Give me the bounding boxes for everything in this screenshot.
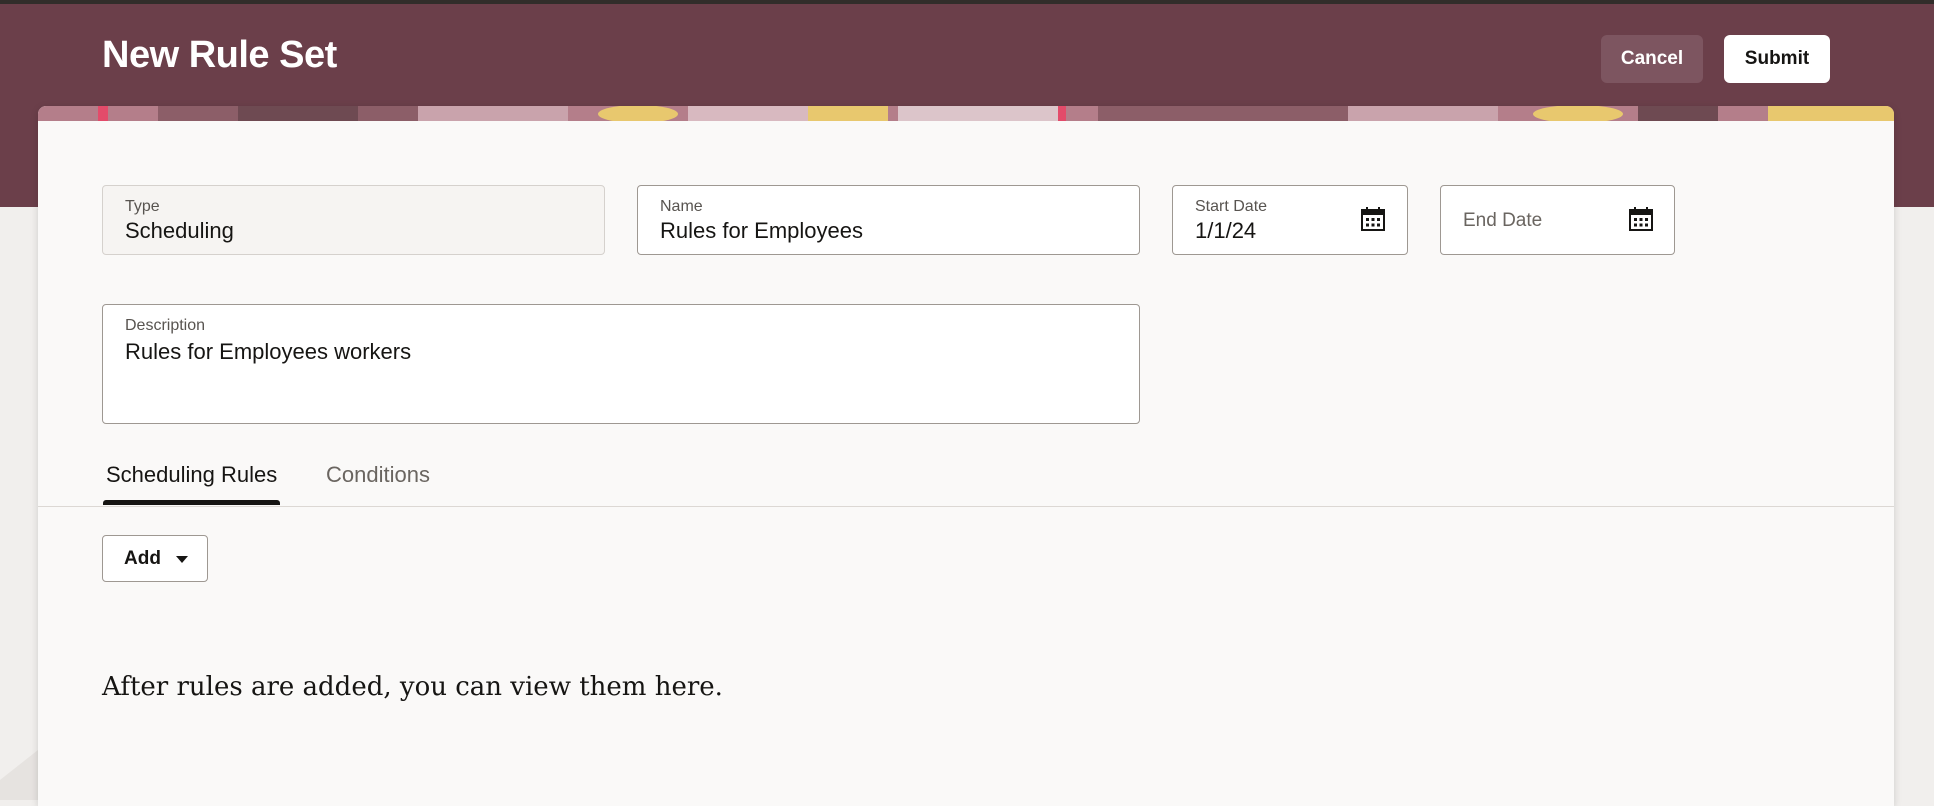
start-date-value[interactable]: 1/1/24 — [1195, 218, 1256, 244]
tab-scheduling-rules[interactable]: Scheduling Rules — [106, 462, 277, 502]
add-button-label: Add — [124, 547, 161, 569]
type-label: Type — [125, 198, 160, 215]
add-button[interactable]: Add — [102, 535, 208, 582]
calendar-icon[interactable] — [1628, 206, 1654, 232]
start-date-label: Start Date — [1195, 198, 1268, 215]
submit-button[interactable]: Submit — [1724, 35, 1830, 83]
end-date-placeholder[interactable]: End Date — [1463, 210, 1542, 232]
description-value[interactable]: Rules for Employees workers — [125, 339, 411, 365]
start-date-field[interactable]: Start Date 1/1/24 — [1172, 185, 1408, 255]
description-label: Description — [125, 317, 206, 334]
name-field[interactable]: Name Rules for Employees — [637, 185, 1140, 255]
tab-divider — [38, 506, 1894, 507]
page-title: New Rule Set — [102, 34, 337, 76]
tab-conditions[interactable]: Conditions — [326, 462, 430, 502]
background-decoration — [0, 750, 38, 800]
name-value[interactable]: Rules for Employees — [660, 218, 863, 244]
chevron-down-icon — [176, 556, 188, 563]
type-value: Scheduling — [125, 218, 234, 243]
description-field[interactable]: Description Rules for Employees workers — [102, 304, 1140, 424]
end-date-field[interactable]: End Date — [1440, 185, 1675, 255]
active-tab-indicator — [103, 500, 280, 505]
decorative-banner-strip — [38, 106, 1894, 121]
calendar-icon[interactable] — [1360, 206, 1386, 232]
name-label: Name — [660, 198, 703, 215]
empty-state-message: After rules are added, you can view them… — [102, 672, 723, 702]
cancel-button[interactable]: Cancel — [1601, 35, 1703, 83]
type-field: Type Scheduling — [102, 185, 605, 255]
